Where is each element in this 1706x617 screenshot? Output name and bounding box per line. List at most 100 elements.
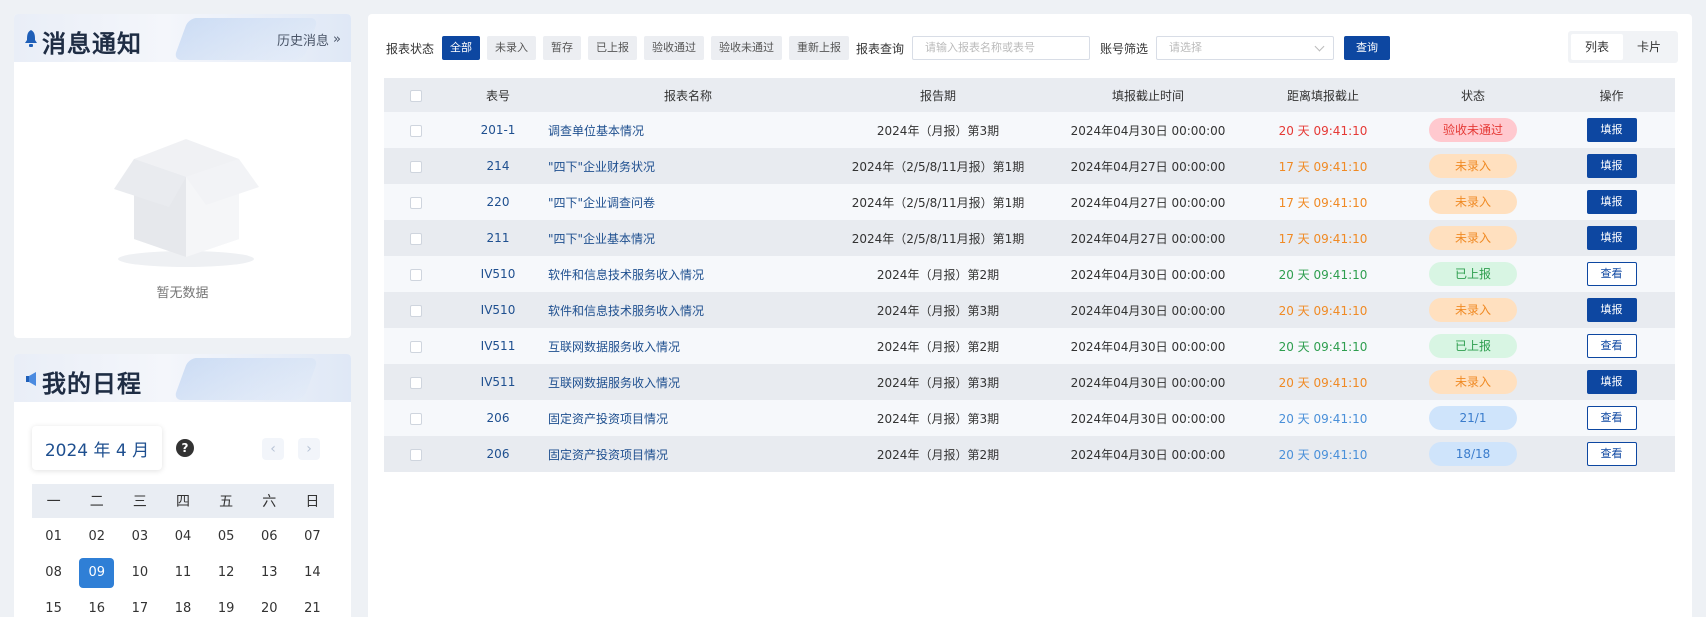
action-cell: 填报 [1548,184,1675,220]
view-report-button[interactable]: 查看 [1586,334,1637,358]
row-select-cell [384,436,448,472]
calendar-day[interactable]: 04 [165,522,200,552]
status-badge: 已上报 [1429,262,1517,286]
row-checkbox[interactable] [410,124,422,137]
view-report-button[interactable]: 查看 [1586,406,1637,430]
filter-accepted[interactable]: 验收通过 [644,36,705,60]
report-name-link[interactable]: 调查单位基本情况 [548,112,828,148]
fill-report-button[interactable]: 填报 [1586,190,1637,214]
filter-resubmit[interactable]: 重新上报 [789,36,850,60]
filter-submitted[interactable]: 已上报 [588,36,638,60]
header-action: 操作 [1548,78,1675,112]
calendar-day[interactable]: 05 [209,522,244,552]
calendar-day[interactable]: 13 [252,558,287,588]
view-report-button[interactable]: 查看 [1586,442,1637,466]
remaining-time: 17 天 09:41:10 [1248,184,1398,220]
query-button[interactable]: 查询 [1344,36,1391,60]
calendar-day[interactable]: 10 [122,558,157,588]
calendar-day[interactable]: 12 [209,558,244,588]
filter-not-entered[interactable]: 未录入 [487,36,537,60]
report-name-link[interactable]: "四下"企业调查问卷 [548,184,828,220]
calendar-day[interactable]: 20 [252,594,287,617]
view-card-button[interactable]: 卡片 [1623,34,1675,60]
row-checkbox[interactable] [410,160,422,173]
report-name-link[interactable]: 互联网数据服务收入情况 [548,328,828,364]
row-checkbox[interactable] [410,340,422,353]
view-report-button[interactable]: 查看 [1586,262,1637,286]
calendar-day[interactable]: 17 [122,594,157,617]
calendar-day[interactable]: 18 [165,594,200,617]
action-cell: 查看 [1548,256,1675,292]
remaining-time: 20 天 09:41:10 [1248,256,1398,292]
prev-month-button[interactable]: ‹ [262,438,284,460]
account-select[interactable]: 请选择 [1156,36,1335,60]
next-month-button[interactable]: › [298,438,320,460]
calendar-day[interactable]: 06 [252,522,287,552]
report-deadline: 2024年04月27日 00:00:00 [1048,148,1248,184]
report-period: 2024年（月报）第2期 [828,328,1048,364]
report-number: 214 [448,148,548,184]
status-badge: 未录入 [1429,226,1517,250]
report-name-link[interactable]: 软件和信息技术服务收入情况 [548,292,828,328]
month-selector[interactable]: 2024 年 4 月 [32,426,162,470]
calendar-day[interactable]: 02 [79,522,114,552]
filter-all[interactable]: 全部 [442,36,481,60]
report-period: 2024年（月报）第2期 [828,436,1048,472]
report-deadline: 2024年04月30日 00:00:00 [1048,292,1248,328]
calendar-day[interactable]: 19 [209,594,244,617]
calendar-day[interactable]: 21 [295,594,330,617]
filter-draft[interactable]: 暂存 [543,36,582,60]
remaining-time: 17 天 09:41:10 [1248,220,1398,256]
row-checkbox[interactable] [410,232,422,245]
fill-report-button[interactable]: 填报 [1586,226,1637,250]
calendar-day[interactable]: 15 [36,594,71,617]
history-messages-link[interactable]: 历史消息 » [277,30,341,49]
remaining-time: 20 天 09:41:10 [1248,436,1398,472]
weekday: 一 [46,494,61,510]
calendar-day[interactable]: 14 [295,558,330,588]
table-row: 201-1 调查单位基本情况 2024年（月报）第3期 2024年04月30日 00:… [384,112,1675,148]
table-header-row: 表号 报表名称 报告期 填报截止时间 距离填报截止 状态 操作 [384,78,1675,112]
view-list-button[interactable]: 列表 [1570,34,1623,60]
report-name-link[interactable]: 固定资产投资项目情况 [548,400,828,436]
report-deadline: 2024年04月27日 00:00:00 [1048,220,1248,256]
fill-report-button[interactable]: 填报 [1586,118,1637,142]
notification-card: 消息通知 历史消息 » 暂无数据 [14,14,351,338]
table-row: 214 "四下"企业财务状况 2024年（2/5/8/11月报）第1期 2024年04… [384,148,1675,184]
calendar-day[interactable]: 01 [36,522,71,552]
calendar-day[interactable]: 11 [165,558,200,588]
fill-report-button[interactable]: 填报 [1586,298,1637,322]
remaining-time: 20 天 09:41:10 [1248,364,1398,400]
calendar-day[interactable]: 03 [122,522,157,552]
row-select-cell [384,364,448,400]
remaining-time: 20 天 09:41:10 [1248,400,1398,436]
report-name-link[interactable]: 软件和信息技术服务收入情况 [548,256,828,292]
calendar-day[interactable]: 07 [295,522,330,552]
fill-report-button[interactable]: 填报 [1586,154,1637,178]
row-checkbox[interactable] [410,376,422,389]
report-name-link[interactable]: "四下"企业财务状况 [548,148,828,184]
report-name-link[interactable]: 互联网数据服务收入情况 [548,364,828,400]
calendar-day[interactable]: 08 [36,558,71,588]
calendar-day[interactable]: 16 [79,594,114,617]
row-checkbox[interactable] [410,268,422,281]
report-name-link[interactable]: "四下"企业基本情况 [548,220,828,256]
report-search-input[interactable]: 请输入报表名称或表号 [912,36,1091,60]
row-checkbox[interactable] [410,304,422,317]
filter-rejected[interactable]: 验收未通过 [711,36,783,60]
view-toggle: 列表 卡片 [1567,31,1678,63]
report-number: IV511 [448,328,548,364]
help-icon[interactable]: ? [176,439,194,457]
row-checkbox[interactable] [410,196,422,209]
weekday: 五 [219,494,234,510]
row-checkbox[interactable] [410,448,422,461]
chevron-down-icon [1314,41,1325,52]
header-decoration [173,358,319,400]
fill-report-button[interactable]: 填报 [1586,370,1637,394]
calendar-day[interactable]: 09 [79,558,115,588]
report-number: 206 [448,400,548,436]
row-checkbox[interactable] [410,412,422,425]
notification-title: 消息通知 [42,30,142,58]
report-name-link[interactable]: 固定资产投资项目情况 [548,436,828,472]
select-all-checkbox[interactable] [410,89,422,102]
